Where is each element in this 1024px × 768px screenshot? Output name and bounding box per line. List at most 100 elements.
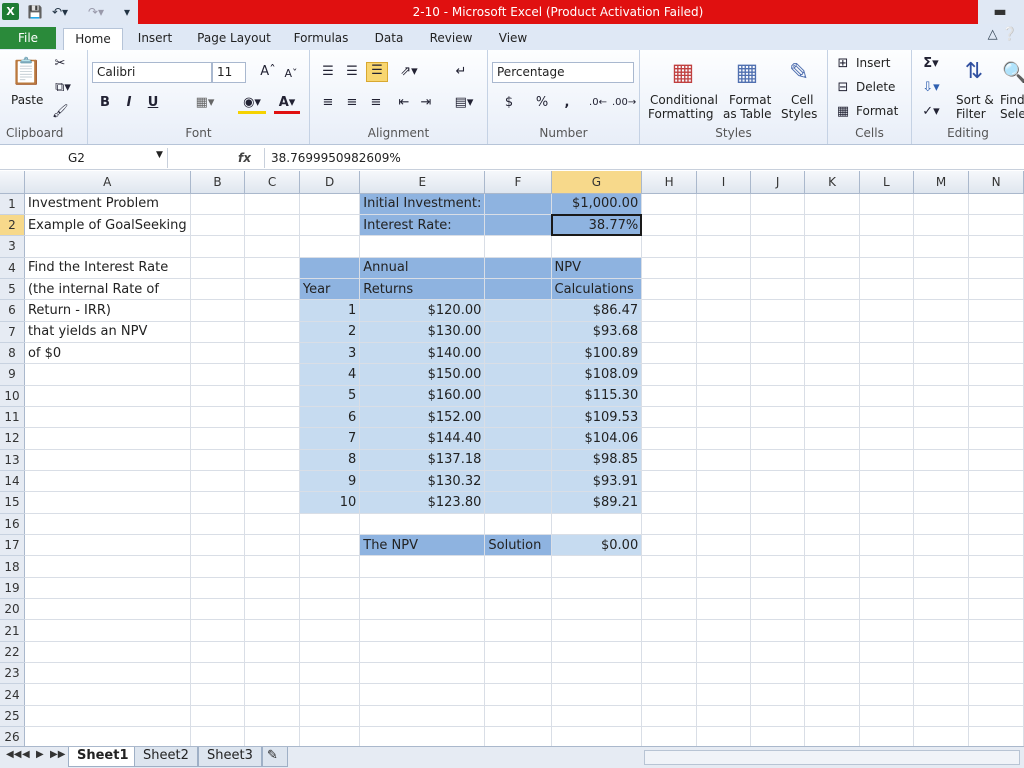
cell-g18[interactable] bbox=[551, 555, 643, 578]
cell-f23[interactable] bbox=[484, 662, 552, 685]
cell-a21[interactable] bbox=[24, 619, 191, 642]
cell-n23[interactable] bbox=[968, 662, 1024, 685]
cell-k8[interactable] bbox=[804, 342, 860, 365]
cell-c16[interactable] bbox=[244, 513, 300, 536]
row-header-20[interactable]: 20 bbox=[0, 598, 25, 621]
cell-m7[interactable] bbox=[913, 321, 970, 343]
tab-page-layout[interactable]: Page Layout bbox=[196, 28, 272, 50]
cell-l20[interactable] bbox=[859, 598, 915, 621]
row-header-8[interactable]: 8 bbox=[0, 342, 25, 365]
tab-data[interactable]: Data bbox=[371, 28, 407, 50]
cell-f11[interactable] bbox=[484, 406, 552, 429]
cell-d22[interactable] bbox=[299, 641, 361, 664]
format-cells-button[interactable]: Format bbox=[856, 104, 898, 118]
cell-h4[interactable] bbox=[641, 257, 698, 279]
cell-j23[interactable] bbox=[750, 662, 806, 685]
cell-b24[interactable] bbox=[190, 683, 246, 706]
paste-icon[interactable]: 📋 bbox=[10, 56, 42, 88]
cell-h12[interactable] bbox=[641, 427, 698, 450]
cell-b5[interactable] bbox=[190, 278, 246, 301]
cell-m14[interactable] bbox=[913, 470, 970, 493]
cell-d9[interactable]: 4 bbox=[299, 363, 361, 386]
cell-d20[interactable] bbox=[299, 598, 361, 621]
cell-n15[interactable] bbox=[968, 491, 1024, 514]
cell-e4[interactable]: Annual bbox=[359, 257, 486, 279]
cell-b22[interactable] bbox=[190, 641, 246, 664]
cell-h10[interactable] bbox=[641, 385, 698, 407]
cell-g25[interactable] bbox=[551, 705, 643, 728]
cell-styles-label-2[interactable]: Styles bbox=[781, 107, 817, 121]
cell-e10[interactable]: $160.00 bbox=[359, 385, 486, 407]
cell-l9[interactable] bbox=[859, 363, 915, 386]
cell-a10[interactable] bbox=[24, 385, 191, 407]
cell-h9[interactable] bbox=[641, 363, 698, 386]
cell-j7[interactable] bbox=[750, 321, 806, 343]
paste-button[interactable]: Paste bbox=[11, 93, 43, 107]
cell-j22[interactable] bbox=[750, 641, 806, 664]
cell-k19[interactable] bbox=[804, 577, 860, 600]
cell-c18[interactable] bbox=[244, 555, 300, 578]
cell-i13[interactable] bbox=[696, 449, 752, 471]
first-sheet-icon[interactable]: ◀◀ bbox=[6, 749, 21, 760]
cell-e17[interactable]: The NPV bbox=[359, 534, 486, 557]
cell-n16[interactable] bbox=[968, 513, 1024, 536]
cell-c19[interactable] bbox=[244, 577, 300, 600]
name-box[interactable]: G2 bbox=[2, 148, 168, 168]
cell-k13[interactable] bbox=[804, 449, 860, 471]
row-header-7[interactable]: 7 bbox=[0, 321, 25, 343]
cell-m19[interactable] bbox=[913, 577, 970, 600]
cell-c11[interactable] bbox=[244, 406, 300, 429]
row-header-19[interactable]: 19 bbox=[0, 577, 25, 600]
cell-f9[interactable] bbox=[484, 363, 552, 386]
cell-g8[interactable]: $100.89 bbox=[551, 342, 643, 365]
cell-h13[interactable] bbox=[641, 449, 698, 471]
cell-i26[interactable] bbox=[696, 726, 752, 746]
cell-l7[interactable] bbox=[859, 321, 915, 343]
cell-h2[interactable] bbox=[641, 214, 698, 237]
cell-b1[interactable] bbox=[190, 193, 246, 215]
cell-g22[interactable] bbox=[551, 641, 643, 664]
row-header-2[interactable]: 2 bbox=[0, 214, 25, 237]
cell-l10[interactable] bbox=[859, 385, 915, 407]
cell-b18[interactable] bbox=[190, 555, 246, 578]
delete-cells-icon[interactable]: ⊟ bbox=[836, 80, 850, 96]
format-as-table-label-1[interactable]: Format bbox=[729, 93, 771, 107]
cell-j2[interactable] bbox=[750, 214, 806, 237]
cell-i16[interactable] bbox=[696, 513, 752, 536]
row-header-17[interactable]: 17 bbox=[0, 534, 25, 557]
cell-i20[interactable] bbox=[696, 598, 752, 621]
cell-l24[interactable] bbox=[859, 683, 915, 706]
cell-j15[interactable] bbox=[750, 491, 806, 514]
tab-home[interactable]: Home bbox=[63, 28, 123, 51]
cell-n5[interactable] bbox=[968, 278, 1024, 301]
format-cells-icon[interactable]: ▦ bbox=[836, 104, 850, 120]
cell-g23[interactable] bbox=[551, 662, 643, 685]
cell-l21[interactable] bbox=[859, 619, 915, 642]
borders-icon[interactable]: ▦▾ bbox=[192, 95, 218, 111]
shrink-font-icon[interactable]: Aˇ bbox=[284, 66, 298, 82]
delete-cells-button[interactable]: Delete bbox=[856, 80, 895, 94]
row-header-21[interactable]: 21 bbox=[0, 619, 25, 642]
sort-filter-label-2[interactable]: Filter bbox=[956, 107, 986, 121]
cell-e19[interactable] bbox=[359, 577, 486, 600]
cell-g4[interactable]: NPV bbox=[551, 257, 643, 279]
copy-icon[interactable]: ⧉▾ bbox=[52, 80, 74, 96]
cell-j6[interactable] bbox=[750, 299, 806, 322]
cell-e12[interactable]: $144.40 bbox=[359, 427, 486, 450]
cell-k24[interactable] bbox=[804, 683, 860, 706]
cell-f21[interactable] bbox=[484, 619, 552, 642]
cell-n25[interactable] bbox=[968, 705, 1024, 728]
cell-k2[interactable] bbox=[804, 214, 860, 237]
cell-k1[interactable] bbox=[804, 193, 860, 215]
cell-d4[interactable] bbox=[299, 257, 361, 279]
cell-a25[interactable] bbox=[24, 705, 191, 728]
conditional-formatting-label-1[interactable]: Conditional bbox=[650, 93, 718, 107]
cell-h24[interactable] bbox=[641, 683, 698, 706]
find-select-label-2[interactable]: Selec bbox=[1000, 107, 1024, 121]
cell-e3[interactable] bbox=[359, 235, 486, 258]
cell-a18[interactable] bbox=[24, 555, 191, 578]
cell-g12[interactable]: $104.06 bbox=[551, 427, 643, 450]
row-header-22[interactable]: 22 bbox=[0, 641, 25, 664]
cell-l11[interactable] bbox=[859, 406, 915, 429]
cell-i8[interactable] bbox=[696, 342, 752, 365]
